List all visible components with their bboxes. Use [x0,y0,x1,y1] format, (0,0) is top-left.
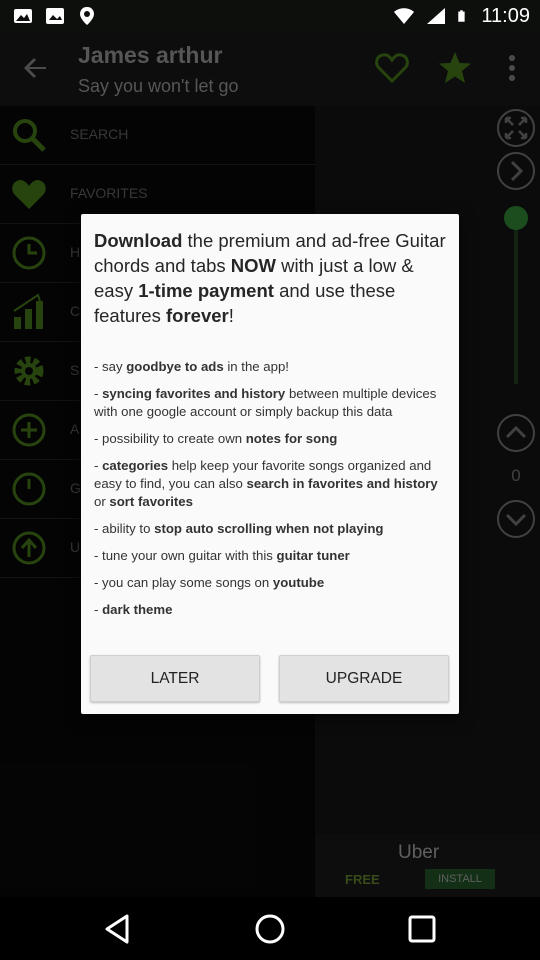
later-button[interactable]: LATER [90,655,260,702]
feature-item: - categories help keep your favorite son… [94,457,450,511]
feature-text: - possibility to create own [94,431,246,446]
headline-text: ! [228,305,234,326]
nav-back-icon[interactable] [101,912,135,946]
image-notification-icon [14,9,32,23]
feature-text: or [94,494,110,509]
feature-item: - you can play some songs on youtube [94,574,450,592]
feature-text: in the app! [223,359,289,374]
feature-text: - [94,602,103,617]
feature-highlight: dark theme [102,602,173,617]
photos-notification-icon [46,8,64,24]
feature-highlight: stop auto scrolling when not playing [154,521,384,536]
headline-payment: 1-time payment [138,280,274,301]
feature-text: - [94,386,103,401]
headline-download: Download [94,230,183,251]
feature-text: - tune your own guitar with this [94,548,277,563]
feature-highlight: sort favorites [109,494,193,509]
nav-recents-icon[interactable] [405,912,439,946]
signal-icon [427,8,446,24]
premium-upgrade-dialog: Download the premium and ad-free Guitar … [81,214,459,714]
feature-text: - you can play some songs on [94,575,273,590]
feature-text: - say [94,359,127,374]
feature-item: - tune your own guitar with this guitar … [94,547,450,565]
location-icon [80,7,94,25]
feature-highlight: categories [102,458,169,473]
feature-item: - syncing favorites and history between … [94,385,450,421]
feature-highlight: youtube [272,575,325,590]
feature-highlight: goodbye to ads [126,359,224,374]
battery-icon [458,10,466,22]
feature-list: - say goodbye to ads in the app! - synci… [94,358,450,628]
headline-now: NOW [230,255,276,276]
nav-home-icon[interactable] [253,912,287,946]
dialog-headline: Download the premium and ad-free Guitar … [94,228,450,328]
feature-item: - possibility to create own notes for so… [94,430,450,448]
headline-forever: forever [166,305,229,326]
system-nav-bar [0,897,540,960]
feature-item: - say goodbye to ads in the app! [94,358,450,376]
feature-item: - ability to stop auto scrolling when no… [94,520,450,538]
upgrade-button[interactable]: UPGRADE [279,655,449,702]
feature-highlight: search in favorites and history [246,476,438,491]
feature-highlight: guitar tuner [276,548,350,563]
wifi-icon [394,8,415,24]
feature-item: - dark theme [94,601,450,619]
feature-text: - [94,458,103,473]
status-bar: 11:09 [0,0,540,32]
feature-highlight: notes for song [245,431,338,446]
status-time: 11:09 [481,5,530,27]
feature-highlight: syncing favorites and history [102,386,286,401]
feature-text: - ability to [94,521,155,536]
